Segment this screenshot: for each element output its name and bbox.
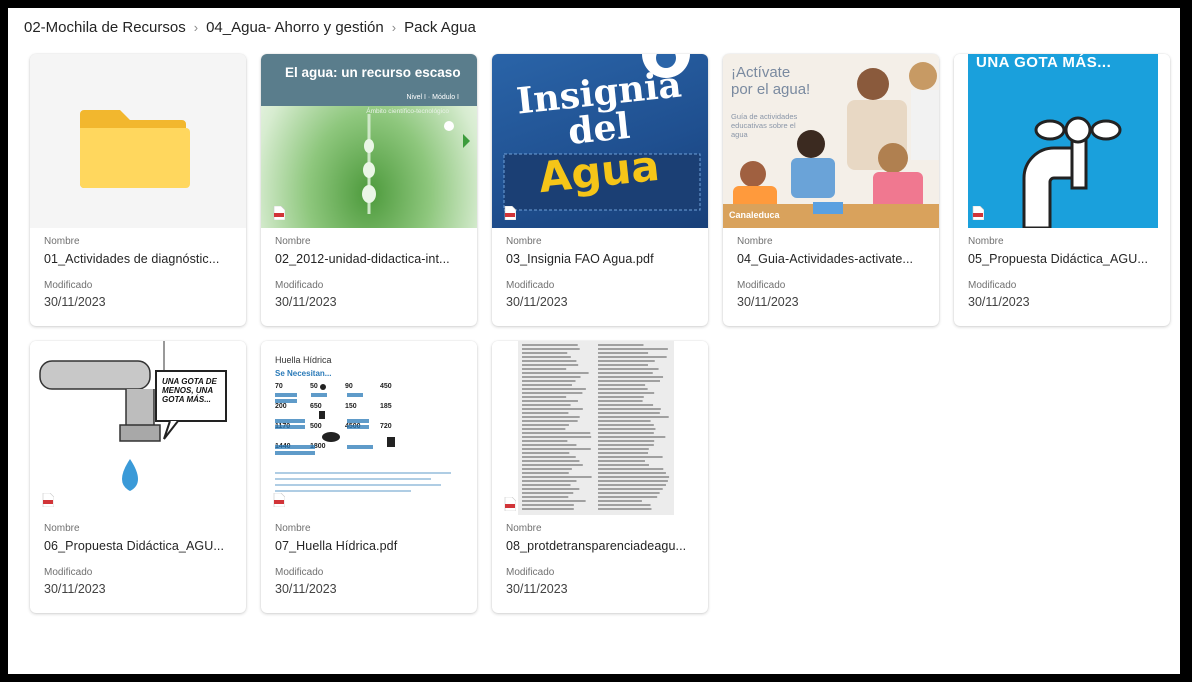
file-browser-window: 02-Mochila de Recursos › 04_Agua- Ahorro… [8,8,1180,674]
document-text-lines [522,344,670,510]
file-name: 05_Propuesta Didáctica_AGU... [968,252,1149,266]
thumb-subtitle: Guía de actividades educativas sobre el … [731,112,798,139]
modified-date: 30/11/2023 [44,295,106,309]
file-name: 03_Insignia FAO Agua.pdf [506,252,654,266]
file-name: 01_Actividades de diagnóstic... [44,252,220,266]
modified-label: Modificado [275,567,324,578]
faucet-cartoon-graphic [39,341,227,491]
pdf-icon [504,206,516,220]
file-card[interactable]: UNA GOTA MÁS... Nombre 05_Propuesta Didá… [954,54,1170,326]
modified-label: Modificado [506,567,555,578]
breadcrumb-item-current: Pack Agua [404,18,476,36]
breadcrumb-item-agua[interactable]: 04_Agua- Ahorro y gestión [206,19,384,36]
folder-icon [80,110,190,188]
modified-date: 30/11/2023 [968,295,1030,309]
pdf-thumbnail: El agua: un recurso escaso Nivel I · Mód… [261,54,477,228]
modified-date: 30/11/2023 [44,582,106,596]
modified-date: 30/11/2023 [506,582,568,596]
modified-label: Modificado [737,280,786,291]
modified-label: Modificado [44,567,93,578]
file-card[interactable]: Nombre 08_protdetransparenciadeagu... Mo… [492,341,708,613]
thumb-brand: Canaleduca [729,210,780,220]
water-footprint-graphic [275,384,451,492]
file-card[interactable]: UNA GOTA DE MENOS, UNA GOTA MÁS... Nombr… [30,341,246,613]
pdf-thumbnail [492,341,708,515]
file-card[interactable]: ¡Actívate por el agua! Guía de actividad… [723,54,939,326]
pdf-icon [273,206,285,220]
file-name: 04_Guia-Actividades-activate... [737,252,914,266]
modified-label: Modificado [275,280,324,291]
file-card[interactable]: Huella Hídrica Se Necesitan... 70 50 90 … [261,341,477,613]
name-label: Nombre [737,236,773,247]
chevron-right-icon: › [391,19,397,35]
pdf-thumbnail: Insignia del Agua [492,54,708,228]
file-name: 08_protdetransparenciadeagu... [506,539,687,553]
pdf-thumbnail: UNA GOTA MÁS... [954,54,1170,228]
pdf-icon [504,497,516,511]
name-label: Nombre [506,236,542,247]
file-name: 02_2012-unidad-didactica-int... [275,252,450,266]
name-label: Nombre [968,236,1004,247]
file-card[interactable]: Insignia del Agua Nombre 03_Insignia FAO… [492,54,708,326]
file-name: 06_Propuesta Didáctica_AGU... [44,539,225,553]
modified-date: 30/11/2023 [275,582,337,596]
file-name: 07_Huella Hídrica.pdf [275,539,398,553]
pdf-icon [972,206,984,220]
chevron-right-icon: › [193,19,199,35]
modified-label: Modificado [968,280,1017,291]
pdf-icon [273,493,285,507]
thumb-title-line-1: ¡Actívate [731,64,791,81]
name-label: Nombre [506,523,542,534]
breadcrumb: 02-Mochila de Recursos › 04_Agua- Ahorro… [24,17,476,37]
thumb-speech-bubble: UNA GOTA DE MENOS, UNA GOTA MÁS... [162,377,217,404]
thumb-title-line-2: por el agua! [731,81,811,98]
pdf-thumbnail: ¡Actívate por el agua! Guía de actividad… [723,54,939,228]
folder-thumbnail [30,54,246,228]
modified-label: Modificado [506,280,555,291]
faucet-icon [1022,116,1122,228]
pdf-thumbnail: Huella Hídrica Se Necesitan... 70 50 90 … [261,341,477,515]
modified-date: 30/11/2023 [275,295,337,309]
file-card[interactable]: Nombre 01_Actividades de diagnóstic... M… [30,54,246,326]
file-card[interactable]: El agua: un recurso escaso Nivel I · Mód… [261,54,477,326]
name-label: Nombre [275,523,311,534]
breadcrumb-item-mochila[interactable]: 02-Mochila de Recursos [24,19,186,36]
pdf-icon [42,493,54,507]
modified-date: 30/11/2023 [737,295,799,309]
name-label: Nombre [275,236,311,247]
modified-label: Modificado [44,280,93,291]
water-drops-graphic [362,114,470,214]
modified-date: 30/11/2023 [506,295,568,309]
pdf-thumbnail: UNA GOTA DE MENOS, UNA GOTA MÁS... [30,341,246,515]
name-label: Nombre [44,523,80,534]
name-label: Nombre [44,236,80,247]
